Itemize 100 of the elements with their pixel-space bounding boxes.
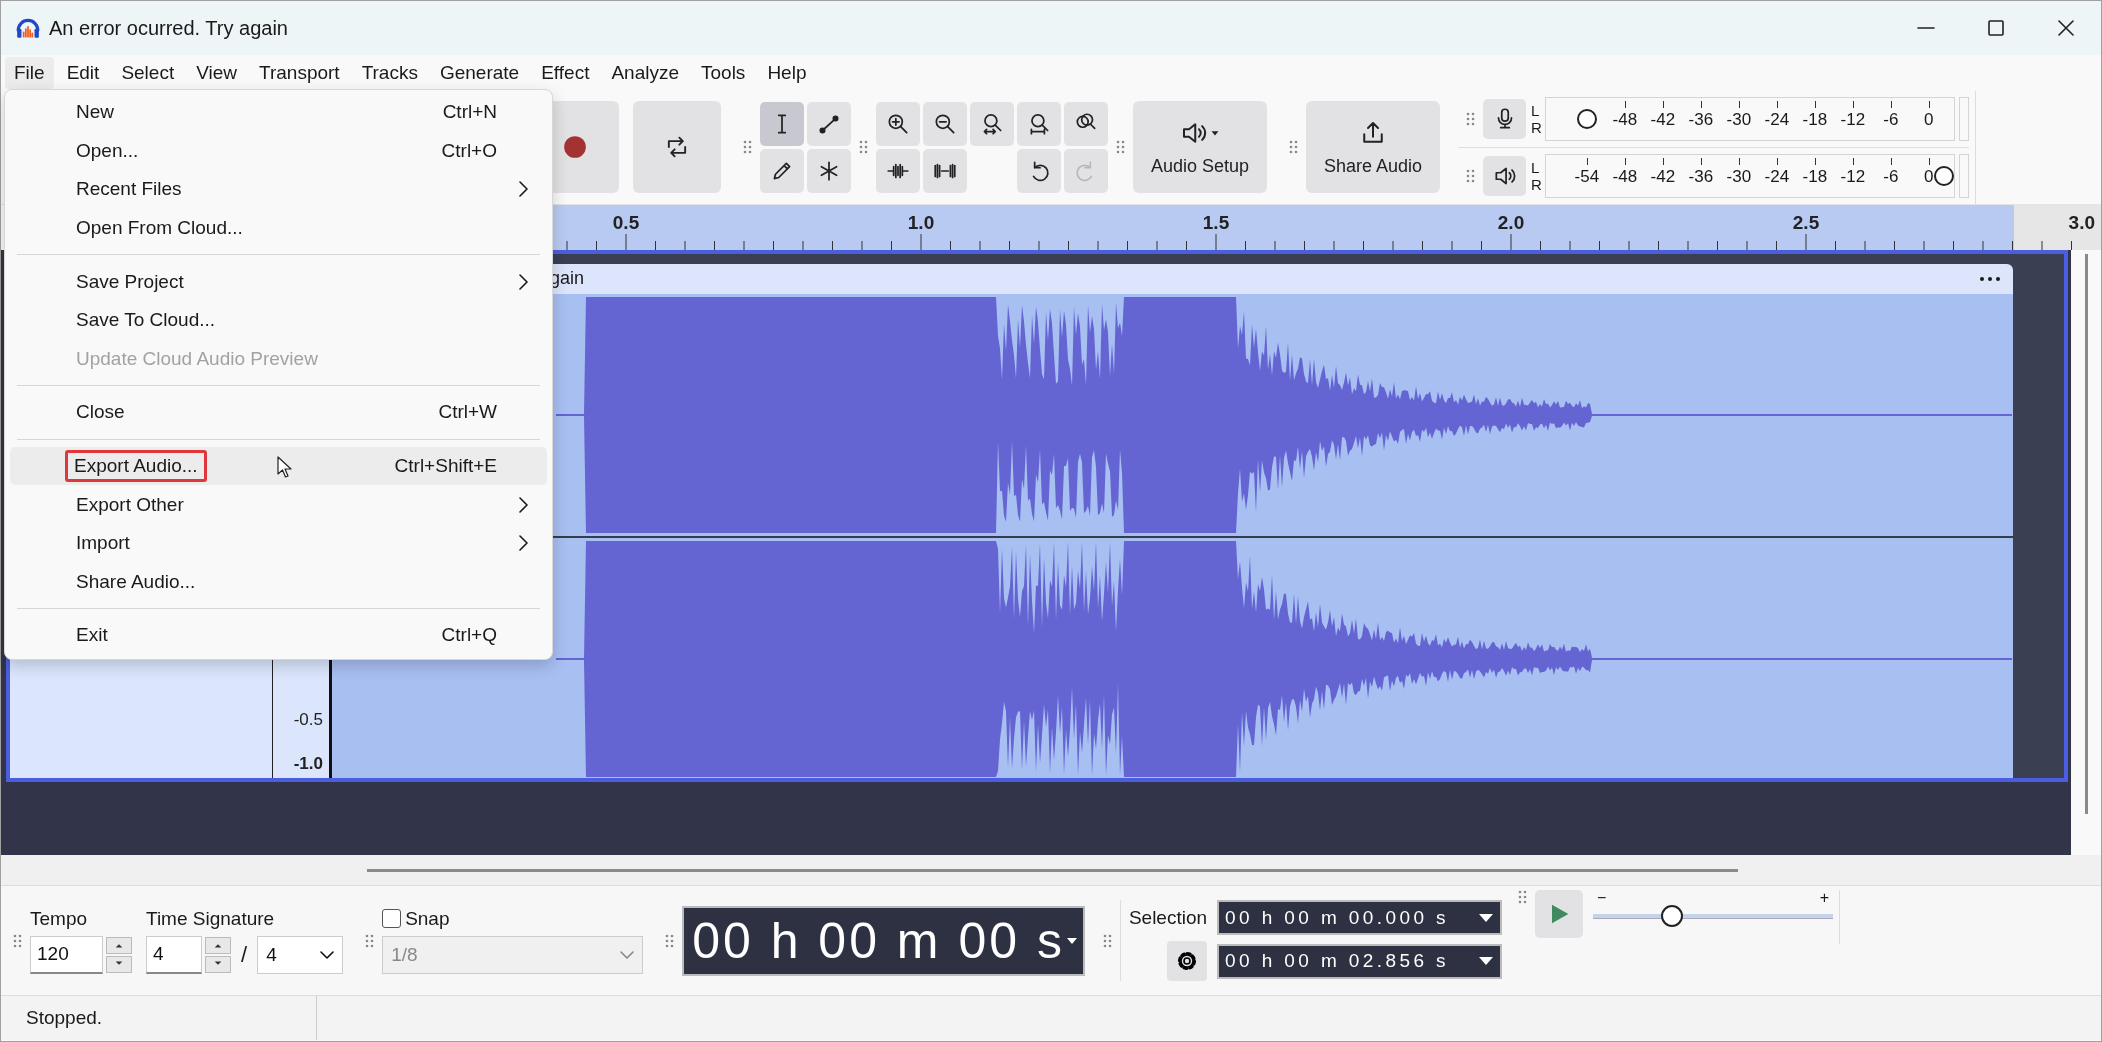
grip-icon[interactable] [665, 933, 675, 948]
grip-icon[interactable] [1102, 933, 1112, 948]
audio-setup-button[interactable]: Audio Setup [1133, 101, 1267, 193]
menu-item[interactable]: Edit [57, 56, 109, 89]
meter-scale-label: -54 [1567, 158, 1606, 187]
menu-entry[interactable]: Close Ctrl+W [10, 393, 547, 432]
menu-entry[interactable]: Open From Cloud... [10, 208, 547, 248]
menu-entry[interactable]: Recent Files [10, 170, 547, 209]
slider-min-label: − [1597, 890, 1607, 906]
menu-entry[interactable]: Export Other [10, 485, 547, 524]
play-at-speed-button[interactable] [1535, 890, 1584, 938]
caret-down-icon [1478, 956, 1495, 966]
chevron-right-icon [518, 496, 528, 513]
menu-entry[interactable]: Save To Cloud... [10, 300, 547, 340]
grip-icon[interactable] [743, 140, 752, 154]
settings-button[interactable] [1167, 941, 1208, 981]
toolbar-button[interactable] [970, 101, 1014, 146]
beat-unit-dropdown[interactable]: 4 [257, 935, 344, 974]
menu-entry[interactable]: Exit Ctrl+Q [10, 616, 547, 655]
menu-entry[interactable]: Import [10, 523, 547, 563]
meter-slider-thumb[interactable] [1933, 165, 1954, 186]
menu-item[interactable]: Analyze [602, 56, 688, 89]
grip-icon[interactable] [1466, 168, 1475, 183]
meter-slider-thumb[interactable] [1576, 108, 1597, 129]
ruler-label: 1.0 [907, 212, 935, 233]
menu-item[interactable]: Effect [532, 56, 599, 89]
vertical-scrollbar[interactable] [2084, 254, 2088, 814]
menu-item[interactable]: Generate [430, 56, 529, 89]
menu-entry[interactable]: Share Audio... [10, 562, 547, 602]
grip-icon[interactable] [859, 140, 868, 154]
tool-button[interactable] [807, 148, 851, 193]
channel-label: R [1531, 175, 1542, 193]
chevron-right-icon [518, 181, 528, 198]
chevron-right-icon [518, 535, 528, 552]
menu-item[interactable]: File [5, 56, 54, 89]
ruler-label: 2.5 [1792, 212, 1820, 233]
tool-button[interactable] [760, 148, 804, 193]
menu-entry[interactable]: Export Audio... Ctrl+Shift+E [10, 446, 547, 486]
spin-up-button[interactable] [106, 936, 132, 954]
menu-entry[interactable]: New Ctrl+N [10, 93, 547, 132]
tool-button[interactable] [760, 101, 804, 146]
ruler-label: 3.0 [2068, 212, 2095, 233]
spin-down-button[interactable] [205, 955, 231, 973]
menu-item[interactable]: Transport [250, 56, 349, 89]
menu-item[interactable]: Select [112, 56, 184, 89]
toolbar-button[interactable] [876, 101, 920, 146]
grip-icon[interactable] [1466, 111, 1475, 126]
toolbar-button[interactable] [923, 101, 967, 146]
tempo-label: Tempo [30, 907, 89, 930]
toolbar-button[interactable] [876, 148, 920, 193]
toolbar-button[interactable] [1064, 101, 1108, 146]
meter-scale-label: -42 [1643, 158, 1682, 187]
playback-meter-button[interactable] [1483, 155, 1526, 196]
grip-icon[interactable] [1289, 140, 1298, 154]
menu-item[interactable]: View [187, 56, 247, 89]
record-icon [562, 134, 588, 160]
menu-entry[interactable]: Open... Ctrl+O [10, 131, 547, 171]
selection-time-field[interactable]: 00 h 00 m 02.856 s [1217, 943, 1503, 979]
spin-up-button[interactable] [205, 936, 231, 954]
tool-button[interactable] [807, 101, 851, 146]
toolbar-button[interactable] [1017, 148, 1061, 193]
grip-icon[interactable] [1518, 890, 1528, 904]
toolbar-button[interactable] [1017, 101, 1061, 146]
menu-item[interactable]: Tools [692, 56, 755, 89]
tempo-field[interactable]: 120 [30, 935, 103, 974]
menu-item[interactable]: Help [758, 56, 816, 89]
scale-label: -0.5 [293, 710, 324, 730]
more-options-icon[interactable] [1979, 274, 2001, 283]
meter-scale-label: -12 [1833, 101, 1872, 130]
meter-scale-label: -48 [1605, 158, 1644, 187]
share-audio-button[interactable]: Share Audio [1306, 101, 1440, 193]
meter-scale-label: -30 [1719, 101, 1758, 130]
beats-field[interactable]: 4 [146, 935, 202, 974]
horizontal-scrollbar[interactable] [367, 868, 1738, 872]
caret-down-icon [1064, 935, 1079, 946]
grip-icon[interactable] [13, 933, 22, 948]
menu-item[interactable]: Tracks [352, 56, 427, 89]
channel-label: R [1531, 118, 1542, 136]
speed-slider[interactable] [1593, 904, 1834, 928]
close-icon [2058, 20, 2074, 36]
level-meter-end [1958, 153, 1969, 198]
meter-scale-label: 0 [1909, 101, 1948, 130]
ruler-label: 2.0 [1497, 212, 1525, 233]
level-meter-end [1958, 96, 1969, 141]
window-title: An error ocurred. Try again [49, 16, 289, 40]
snap-label: Snap [405, 907, 450, 930]
speed-slider-thumb[interactable] [1661, 905, 1684, 927]
meter-scale-label: -12 [1833, 158, 1872, 187]
meter-scale-label: -24 [1757, 158, 1796, 187]
grip-icon[interactable] [365, 933, 375, 948]
spin-down-button[interactable] [106, 955, 132, 973]
toolbar-button[interactable] [923, 148, 967, 193]
caret-down-icon [1478, 912, 1495, 923]
selection-time-field[interactable]: 00 h 00 m 00.000 s [1217, 900, 1503, 935]
status-text: Stopped. [1, 996, 317, 1040]
channel-label: L [1531, 158, 1541, 176]
time-display[interactable]: 00 h 00 m 00 s [682, 905, 1085, 976]
grip-icon[interactable] [1116, 140, 1125, 154]
record-meter-button[interactable] [1483, 98, 1526, 139]
meter-scale-label: -6 [1871, 158, 1910, 187]
